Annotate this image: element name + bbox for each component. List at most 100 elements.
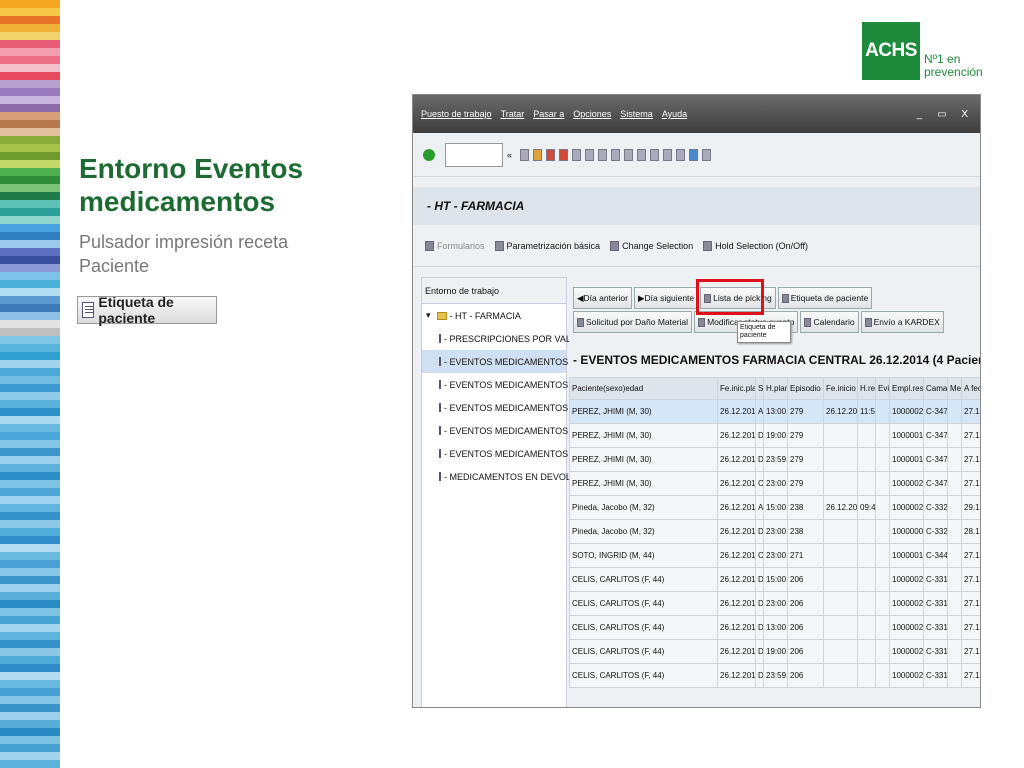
back-icon[interactable] bbox=[533, 148, 543, 161]
slide-title: Entorno Eventos medicamentos bbox=[79, 153, 304, 217]
menu-puesto-de-trabajo[interactable]: Puesto de trabajo bbox=[421, 109, 492, 119]
table-cell bbox=[947, 615, 962, 640]
column-header[interactable]: Fe.inicio real bbox=[823, 377, 858, 400]
column-header[interactable]: Episodio bbox=[787, 377, 824, 400]
column-header[interactable]: Met. bbox=[947, 377, 962, 400]
work-environment-tree: Entorno de trabajo ▾ - HT - FARMACIA - PR… bbox=[421, 277, 661, 707]
table-row[interactable]: PEREZ, JHIMI (M, 30)26.12.2014A13:002792… bbox=[569, 399, 980, 424]
column-header[interactable]: Evis bbox=[875, 377, 890, 400]
table-row[interactable]: PEREZ, JHIMI (M, 30)26.12.2014C23:00279 1… bbox=[569, 471, 980, 496]
stripe bbox=[0, 664, 60, 672]
tree-root-node[interactable]: ▾ - HT - FARMACIA bbox=[422, 304, 566, 327]
table-cell: 26.12.2014 bbox=[717, 471, 756, 496]
table-cell: 27.12.20 bbox=[961, 639, 980, 664]
menu-opciones[interactable]: Opciones bbox=[573, 109, 611, 119]
table-row[interactable]: CELIS, CARLITOS (F, 44)26.12.2014D23:592… bbox=[569, 663, 980, 688]
formularios-button[interactable]: Formularios bbox=[425, 240, 485, 251]
stripe bbox=[0, 216, 60, 224]
stripe bbox=[0, 328, 60, 336]
table-cell: C-331 bbox=[923, 615, 948, 640]
first-page-icon[interactable] bbox=[611, 148, 621, 161]
save-icon[interactable] bbox=[520, 148, 530, 161]
table-cell: 1000001034 bbox=[889, 543, 924, 568]
table-cell bbox=[947, 399, 962, 424]
window-controls[interactable]: _ ▭ X bbox=[917, 109, 974, 120]
table-cell bbox=[875, 495, 890, 520]
command-field[interactable] bbox=[445, 142, 503, 167]
column-header[interactable]: A fecha bbox=[961, 377, 980, 400]
table-cell: 27.12.20 bbox=[961, 591, 980, 616]
change-selection-label: Change Selection bbox=[622, 240, 694, 251]
table-cell: 27.12.20 bbox=[961, 543, 980, 568]
column-header[interactable]: H.real bbox=[857, 377, 876, 400]
column-header[interactable]: S bbox=[755, 377, 764, 400]
table-row[interactable]: Pineda, Jacobo (M, 32)26.12.2014A15:0023… bbox=[569, 495, 980, 520]
tree-item[interactable]: - EVENTOS MEDICAMENTOS FARMACIA_PABELL bbox=[422, 419, 655, 442]
change-selection-button[interactable]: Change Selection bbox=[610, 240, 694, 251]
column-header[interactable]: Fe.inic.planif. bbox=[717, 377, 756, 400]
solicitud-dano-button[interactable]: Solicitud por Daño Material bbox=[573, 311, 693, 333]
exit-icon[interactable] bbox=[546, 148, 556, 161]
stripe bbox=[0, 336, 60, 344]
table-cell: CELIS, CARLITOS (F, 44) bbox=[569, 639, 718, 664]
last-page-icon[interactable] bbox=[650, 148, 660, 161]
table-row[interactable]: PEREZ, JHIMI (M, 30)26.12.2014D23:59279 1… bbox=[569, 447, 980, 472]
enter-check-icon[interactable] bbox=[423, 148, 435, 161]
table-cell: 206 bbox=[787, 663, 824, 688]
dia-anterior-button[interactable]: ◀ Día anterior bbox=[573, 287, 632, 309]
calendario-button[interactable]: Calendario bbox=[800, 311, 859, 333]
table-row[interactable]: CELIS, CARLITOS (F, 44)26.12.2014D13:002… bbox=[569, 615, 980, 640]
stripe bbox=[0, 552, 60, 560]
stripe bbox=[0, 168, 60, 176]
table-row[interactable]: CELIS, CARLITOS (F, 44)26.12.2014D23:002… bbox=[569, 591, 980, 616]
table-row[interactable]: Pineda, Jacobo (M, 32)26.12.2014D23:0023… bbox=[569, 519, 980, 544]
menu-ayuda[interactable]: Ayuda bbox=[662, 109, 687, 119]
dia-anterior-label: Día anterior bbox=[583, 293, 628, 303]
stripe bbox=[0, 624, 60, 632]
find-next-icon[interactable] bbox=[598, 148, 608, 161]
stripe bbox=[0, 520, 60, 528]
tree-item[interactable]: - PRESCRIPCIONES POR VALIDAR bbox=[422, 327, 592, 350]
table-cell bbox=[875, 639, 890, 664]
print-icon[interactable] bbox=[572, 148, 582, 161]
table-cell: 1000002945 bbox=[889, 639, 924, 664]
table-cell: 27.12.20 bbox=[961, 663, 980, 688]
cancel-icon[interactable] bbox=[559, 148, 569, 161]
table-row[interactable]: SOTO, INGRID (M, 44)26.12.2014C23:00271 1… bbox=[569, 543, 980, 568]
dia-siguiente-button[interactable]: ▶ Día siguiente bbox=[633, 287, 699, 309]
etiqueta-paciente-button[interactable]: Etiqueta de paciente bbox=[777, 287, 873, 309]
column-header[interactable]: Cama bbox=[923, 377, 948, 400]
find-icon[interactable] bbox=[585, 148, 595, 161]
column-header[interactable]: H.plan. bbox=[763, 377, 788, 400]
table-row[interactable]: CELIS, CARLITOS (F, 44)26.12.2014D15:002… bbox=[569, 567, 980, 592]
tree-item[interactable]: - EVENTOS MEDICAMENTOS FARMACIA_HTURG bbox=[422, 373, 654, 396]
hold-selection-button[interactable]: Hold Selection (On/Off) bbox=[703, 240, 808, 251]
patient-label-button-demo[interactable]: Etiqueta de paciente bbox=[77, 294, 217, 326]
tree-item-selected[interactable]: - EVENTOS MEDICAMENTOS FARMACIA CENTRAL bbox=[422, 350, 661, 373]
parametrizacion-basica-button[interactable]: Parametrización básica bbox=[494, 240, 600, 251]
table-row[interactable]: CELIS, CARLITOS (F, 44)26.12.2014D19:002… bbox=[569, 639, 980, 664]
table-row[interactable]: PEREZ, JHIMI (M, 30)26.12.2014D19:00279 1… bbox=[569, 423, 980, 448]
column-header[interactable]: Empl.resp. bbox=[889, 377, 924, 400]
shortcut-icon[interactable] bbox=[676, 148, 686, 161]
menu-pasar-a[interactable]: Pasar a bbox=[533, 109, 564, 119]
tree-item[interactable]: - MEDICAMENTOS EN DEVOLUCION bbox=[422, 465, 600, 488]
menu-tratar[interactable]: Tratar bbox=[501, 109, 525, 119]
menu-sistema[interactable]: Sistema bbox=[620, 109, 653, 119]
chevron-left-icon[interactable]: « bbox=[507, 150, 512, 160]
tree-item[interactable]: - EVENTOS MEDICAMENTOS FARMACIA_UPC bbox=[422, 442, 641, 465]
tree-item[interactable]: - EVENTOS MEDICAMENTOS FARMACIA_AMB bbox=[422, 396, 641, 419]
new-session-icon[interactable] bbox=[663, 148, 673, 161]
envio-kardex-button[interactable]: Envío a KARDEX bbox=[860, 311, 944, 333]
layout-icon[interactable] bbox=[702, 148, 712, 161]
tree-root-label: - HT - FARMACIA bbox=[449, 310, 521, 321]
previous-page-icon[interactable] bbox=[624, 148, 634, 161]
table-cell: 26.12.2014 bbox=[717, 519, 756, 544]
help-icon[interactable] bbox=[689, 148, 699, 161]
table-cell: 26.12.2014 bbox=[717, 615, 756, 640]
stripe bbox=[0, 264, 60, 272]
next-page-icon[interactable] bbox=[637, 148, 647, 161]
label-icon bbox=[781, 293, 789, 303]
patient-label-button-label: Etiqueta de paciente bbox=[98, 294, 174, 326]
column-header[interactable]: Paciente(sexo)edad bbox=[569, 377, 718, 400]
